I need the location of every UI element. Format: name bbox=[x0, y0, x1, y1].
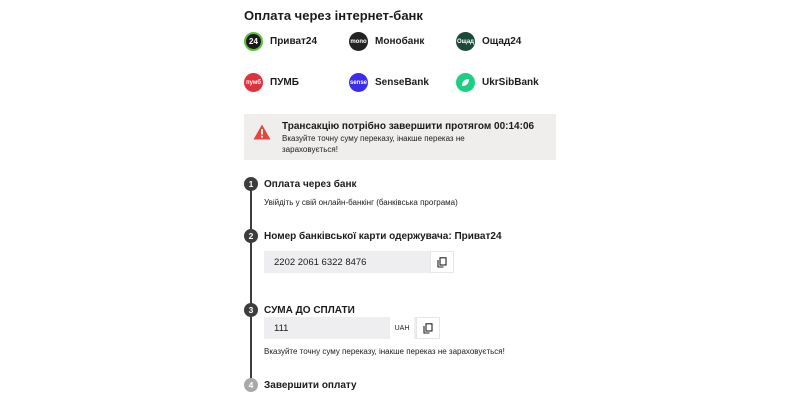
bank-label-pumb: ПУМБ bbox=[270, 77, 299, 88]
section-title: Оплата через інтернет-банк bbox=[244, 8, 423, 23]
transaction-timer-alert: Трансакцію потрібно завершити протягом 0… bbox=[244, 114, 556, 160]
bank-sensebank[interactable]: sense SenseBank bbox=[349, 73, 429, 92]
alert-timer-text: Трансакцію потрібно завершити протягом 0… bbox=[282, 121, 535, 132]
step-2-title: Номер банківської карти одержувача: Прив… bbox=[264, 231, 502, 242]
ukrsib-leaf-icon bbox=[462, 79, 469, 86]
bank-label-privat24: Приват24 bbox=[270, 36, 318, 47]
bank-privat24[interactable]: 24 Приват24 bbox=[244, 32, 317, 51]
step-2-circle: 2 bbox=[244, 229, 258, 243]
copy-icon bbox=[423, 322, 433, 334]
step-3-circle: 3 bbox=[244, 303, 258, 317]
steps-timeline-line bbox=[250, 190, 252, 380]
bank-label-oschad24: Ощад24 bbox=[482, 36, 522, 47]
ukrsibbank-logo-icon bbox=[456, 73, 475, 92]
copy-icon bbox=[437, 256, 447, 268]
privat24-logo-text: 24 bbox=[249, 37, 258, 46]
bank-oschad24[interactable]: Ощад Ощад24 bbox=[456, 32, 521, 51]
pumb-logo-text: пумб bbox=[246, 79, 261, 86]
privat24-logo-icon: 24 bbox=[244, 32, 263, 51]
step-3-title: СУМА ДО СПЛАТИ bbox=[264, 305, 355, 316]
step-1-circle: 1 bbox=[244, 177, 258, 191]
step-1-title: Оплата через банк bbox=[264, 179, 357, 190]
step-1-description: Увійдіть у свій онлайн-банкінг (банківсь… bbox=[264, 198, 458, 207]
bank-label-ukrsibbank: UkrSibBank bbox=[482, 77, 539, 88]
card-number-field[interactable]: 2202 2061 6322 8476 bbox=[264, 251, 454, 273]
bank-pumb[interactable]: пумб ПУМБ bbox=[244, 73, 299, 92]
bank-label-monobank: Монобанк bbox=[375, 36, 425, 47]
bank-ukrsibbank[interactable]: UkrSibBank bbox=[456, 73, 539, 92]
amount-warning-text: Вказуйте точну суму переказу, інакше пер… bbox=[264, 347, 505, 356]
alert-warning-text: Вказуйте точну суму переказу, інакше пер… bbox=[282, 134, 465, 154]
bank-label-sensebank: SenseBank bbox=[375, 77, 429, 88]
step-4-title: Завершити оплату bbox=[264, 380, 357, 391]
amount-value: 111 bbox=[274, 322, 289, 334]
sensebank-logo-icon: sense bbox=[349, 73, 368, 92]
pumb-logo-icon: пумб bbox=[244, 73, 263, 92]
oschad24-logo-icon: Ощад bbox=[456, 32, 475, 51]
copy-card-number-button[interactable] bbox=[430, 251, 454, 273]
card-number-value: 2202 2061 6322 8476 bbox=[274, 256, 367, 268]
oschad24-logo-text: Ощад bbox=[457, 38, 474, 45]
monobank-logo-text: mono bbox=[350, 38, 367, 45]
sensebank-logo-text: sense bbox=[349, 79, 367, 86]
warning-icon bbox=[253, 124, 271, 140]
step-4-circle: 4 bbox=[244, 378, 258, 392]
monobank-logo-icon: mono bbox=[349, 32, 368, 51]
copy-amount-button[interactable] bbox=[416, 317, 440, 339]
bank-monobank[interactable]: mono Монобанк bbox=[349, 32, 424, 51]
currency-label: UAH bbox=[390, 317, 414, 339]
